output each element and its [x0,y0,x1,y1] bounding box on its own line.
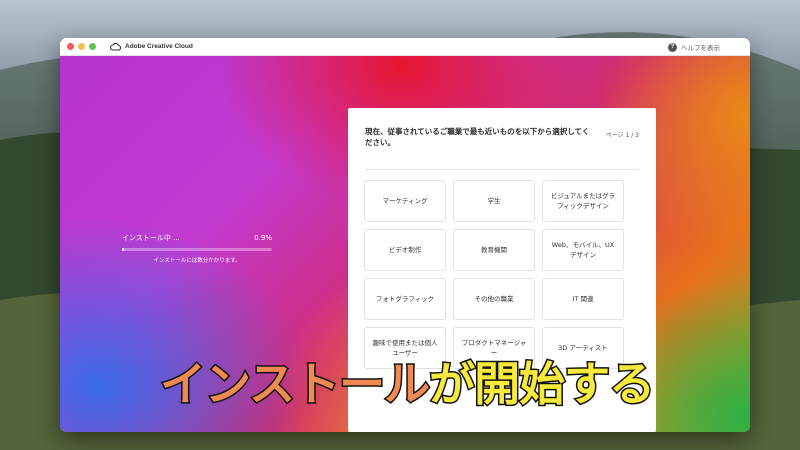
option-student[interactable]: 学生 [453,180,535,222]
creative-cloud-icon [110,42,121,51]
option-graphic-design[interactable]: ビジュアルまたはグラフィックデザイン [542,180,624,222]
app-title: Adobe Creative Cloud [125,43,193,50]
option-other[interactable]: その他の職業 [453,278,535,320]
close-button[interactable] [67,43,74,50]
option-web-ux-design[interactable]: Web、モバイル、UX デザイン [542,229,624,271]
page-indicator: ページ 1 / 3 [605,132,639,139]
overlay-caption: インストールが開始する [158,354,657,414]
option-marketing[interactable]: マーケティング [364,180,446,222]
install-percent: 0.9% [254,234,272,242]
help-label: ヘルプを表示 [681,44,720,52]
option-it[interactable]: IT 関連 [542,278,624,320]
progress-bar-fill [122,248,125,251]
install-progress: インストール中 ... 0.9% インストールには数分かかります。 [122,233,272,264]
occupation-options: マーケティング 学生 ビジュアルまたはグラフィックデザイン ビデオ制作 教育機関… [364,180,627,369]
install-status: インストール中 ... [122,234,180,242]
help-link[interactable]: ? ヘルプを表示 [668,42,720,52]
title-bar: Adobe Creative Cloud ? ヘルプを表示 [60,38,750,56]
option-education[interactable]: 教育機関 [453,229,535,271]
window-controls [67,43,96,50]
minimize-button[interactable] [78,43,85,50]
divider [365,169,639,170]
option-video-production[interactable]: ビデオ制作 [364,229,446,271]
caption-part-1: インストール [158,356,431,413]
survey-question: 現在、従事されているご職業で最も近いものを以下から選択してください。 [365,127,590,147]
option-photography[interactable]: フォトグラフィック [364,278,446,320]
maximize-button[interactable] [89,43,96,50]
caption-part-2: が開始する [428,356,657,413]
progress-bar [122,248,272,251]
install-note: インストールには数分かかります。 [153,258,241,264]
help-icon: ? [668,42,677,52]
